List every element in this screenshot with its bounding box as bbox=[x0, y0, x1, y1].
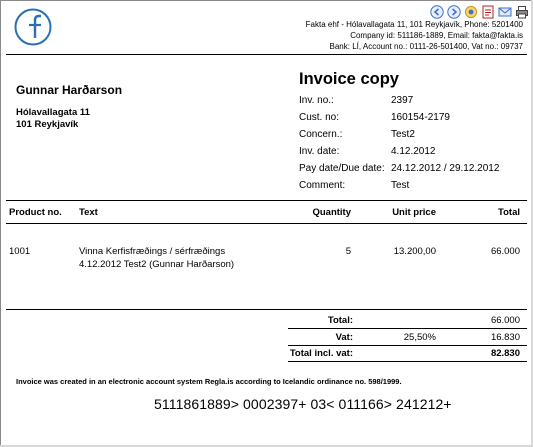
concern-value: Test2 bbox=[391, 129, 415, 140]
toolbar bbox=[430, 4, 533, 20]
company-id-email-line: Company id: 511186-1889, Email: fakta@fa… bbox=[350, 31, 523, 40]
row-total: 66.000 bbox=[490, 246, 520, 257]
vat-rule bbox=[288, 345, 527, 346]
pay-due-date-label: Pay date/Due date: bbox=[299, 163, 385, 174]
total-value: 66.000 bbox=[490, 315, 520, 326]
forward-arrow-icon[interactable] bbox=[447, 5, 461, 19]
vat-label: Vat: bbox=[335, 332, 353, 343]
col-header-unit-price: Unit price bbox=[392, 207, 436, 218]
col-header-product-no: Product no. bbox=[9, 207, 62, 218]
concern-label: Concern.: bbox=[299, 129, 343, 140]
cust-no-value: 160154-2179 bbox=[391, 112, 450, 123]
pay-due-date-value: 24.12.2012 / 29.12.2012 bbox=[391, 163, 500, 174]
pdf-icon[interactable] bbox=[481, 5, 495, 19]
company-address-line: Fakta ehf - Hólavallagata 11, 101 Reykja… bbox=[305, 20, 523, 29]
comment-value: Test bbox=[391, 180, 410, 191]
invoice-title: Invoice copy bbox=[299, 70, 399, 88]
print-icon[interactable] bbox=[515, 5, 529, 19]
comment-label: Comment: bbox=[299, 180, 346, 191]
row-quantity: 5 bbox=[345, 246, 351, 257]
inv-date-value: 4.12.2012 bbox=[391, 146, 436, 157]
col-header-quantity: Quantity bbox=[312, 207, 351, 218]
company-bank-line: Bank: LÍ, Account no.: 0111-26-501400, V… bbox=[329, 42, 523, 51]
table-header-bottom-rule bbox=[6, 223, 527, 224]
row-product-no: 1001 bbox=[9, 246, 31, 257]
grand-total-rule bbox=[288, 361, 527, 362]
legal-notice: Invoice was created in an electronic acc… bbox=[16, 377, 402, 386]
col-header-total: Total bbox=[498, 207, 520, 218]
ocr-payment-line: 5111861889> 0002397+ 03< 011166> 241212+ bbox=[154, 396, 452, 412]
header-divider bbox=[6, 54, 527, 55]
customer-city: 101 Reykjavík bbox=[16, 119, 79, 130]
col-header-text: Text bbox=[79, 207, 98, 218]
grand-total-label: Total incl. vat: bbox=[289, 348, 353, 359]
summary-top-rule bbox=[6, 309, 527, 310]
email-icon[interactable] bbox=[498, 5, 512, 19]
row-text-line1: Vinna Kerfisfræðings / sérfræðings bbox=[79, 246, 226, 257]
row-unit-price: 13.200,00 bbox=[393, 246, 436, 257]
total-label: Total: bbox=[327, 315, 353, 326]
customer-address: Hólavallagata 11 101 Reykjavík bbox=[16, 107, 90, 131]
row-text-line2: 4.12.2012 Test2 (Gunnar Harðarson) bbox=[79, 259, 235, 270]
vat-value: 16.830 bbox=[490, 332, 520, 343]
company-info: Fakta ehf - Hólavallagata 11, 101 Reykja… bbox=[306, 19, 523, 52]
inv-date-label: Inv. date: bbox=[299, 146, 340, 157]
total-rule bbox=[288, 328, 527, 329]
table-header-top-rule bbox=[6, 200, 527, 201]
customer-name: Gunnar Harðarson bbox=[16, 83, 123, 97]
vat-rate: 25,50% bbox=[403, 332, 436, 343]
circle-icon[interactable] bbox=[464, 5, 478, 19]
inv-no-value: 2397 bbox=[391, 95, 414, 106]
inv-no-label: Inv. no.: bbox=[299, 95, 334, 106]
invoice-details: Inv. no.: 2397 Cust. no: 160154-2179 Con… bbox=[299, 92, 499, 194]
cust-no-label: Cust. no: bbox=[299, 112, 340, 123]
fakta-logo bbox=[14, 8, 52, 46]
grand-total-value: 82.830 bbox=[490, 348, 520, 359]
back-arrow-icon[interactable] bbox=[430, 5, 444, 19]
customer-street: Hólavallagata 11 bbox=[16, 107, 90, 118]
